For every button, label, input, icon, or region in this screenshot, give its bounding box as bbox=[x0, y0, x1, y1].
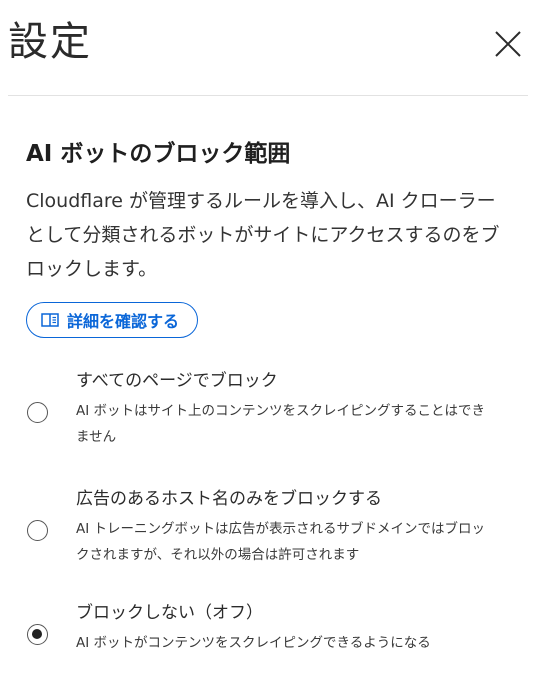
option-description: AI ボットはサイト上のコンテンツをスクレイピングすることはできません bbox=[76, 403, 486, 445]
section-description: Cloudflare が管理するルールを導入し、AI クローラーとして分類される… bbox=[26, 190, 500, 280]
option-block-ads-only[interactable]: 広告のあるホスト名のみをブロックする AI トレーニングボットは広告が表示される… bbox=[0, 486, 540, 586]
radio-block-ads-only[interactable] bbox=[27, 520, 48, 541]
page-title: 設定 bbox=[8, 19, 92, 65]
option-block-all[interactable]: すべてのページでブロック AI ボットはサイト上のコンテンツをスクレイピングする… bbox=[0, 366, 540, 466]
learn-more-label: 詳細を確認する bbox=[67, 312, 180, 331]
option-description: AI トレーニングボットは広告が表示されるサブドメインではブロックされますが、そ… bbox=[76, 521, 486, 563]
learn-more-button[interactable]: 詳細を確認する bbox=[26, 302, 199, 338]
radio-block-all[interactable] bbox=[27, 402, 48, 423]
header-divider bbox=[8, 95, 528, 96]
option-label: 広告のあるホスト名のみをブロックする bbox=[76, 489, 382, 509]
book-icon bbox=[41, 313, 59, 327]
close-button[interactable] bbox=[488, 24, 528, 64]
option-description: AI ボットがコンテンツをスクレイピングできるようになる bbox=[76, 635, 431, 651]
option-do-not-block[interactable]: ブロックしない（オフ） AI ボットがコンテンツをスクレイピングできるようになる bbox=[0, 600, 540, 670]
section-title: AI ボットのブロック範囲 bbox=[26, 141, 291, 167]
dialog-header: 設定 bbox=[0, 0, 540, 96]
radio-do-not-block[interactable] bbox=[27, 624, 48, 645]
option-label: すべてのページでブロック bbox=[76, 371, 278, 391]
close-icon bbox=[495, 31, 521, 57]
option-label: ブロックしない（オフ） bbox=[76, 603, 263, 623]
